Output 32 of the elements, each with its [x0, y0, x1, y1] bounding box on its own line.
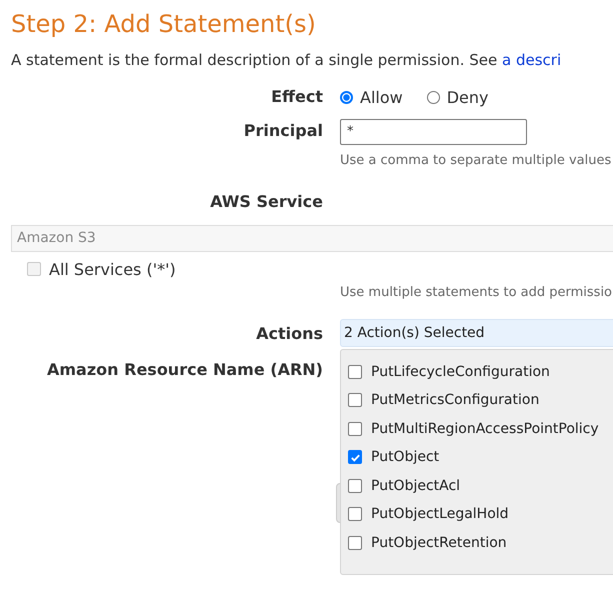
description-link[interactable]: a descri [502, 51, 562, 69]
option-label[interactable]: PutObject [371, 449, 440, 466]
option-label[interactable]: PutObjectRetention [371, 534, 507, 551]
checkbox[interactable] [348, 393, 362, 408]
checkbox[interactable] [348, 478, 362, 493]
radio-label: Allow [360, 88, 403, 106]
checkbox[interactable] [348, 536, 362, 550]
checkbox[interactable] [348, 422, 362, 436]
option-label[interactable]: PutObjectLegalHold [371, 506, 509, 522]
field-label: Actions [255, 322, 323, 344]
checkbox[interactable] [348, 507, 362, 522]
checkbox[interactable] [348, 364, 362, 379]
option-label[interactable]: PutLifecycleConfiguration [371, 364, 550, 380]
field-label: Principal [242, 120, 323, 142]
option-label[interactable]: PutMultiRegionAccessPointPolicy [371, 420, 599, 437]
intro-text: A statement is the formal description of a single permission. See a descri [11, 50, 562, 71]
principal-input[interactable]: * [340, 118, 527, 144]
field-label: Amazon Resource Name (ARN) [46, 358, 323, 380]
checkbox[interactable] [348, 450, 362, 464]
option-label[interactable]: PutMetricsConfiguration [371, 392, 540, 408]
field-label: Effect [270, 86, 323, 108]
option-label[interactable]: PutObjectAcl [371, 478, 460, 494]
hint-text: Use a comma to separate multiple values [340, 152, 612, 168]
radio-label: Deny [446, 88, 488, 106]
checkbox[interactable] [27, 262, 41, 276]
radio-button[interactable] [426, 90, 440, 104]
hint-text: Use multiple statements to add permissio [340, 284, 613, 300]
actions-select[interactable]: 2 Action(s) Selected [340, 318, 613, 346]
radio-button[interactable] [340, 90, 353, 104]
field-label: AWS Service [209, 190, 323, 212]
page-title: Step 2: Add Statement(s) [11, 9, 317, 40]
checkbox-label: All Services ('*') [49, 260, 176, 278]
